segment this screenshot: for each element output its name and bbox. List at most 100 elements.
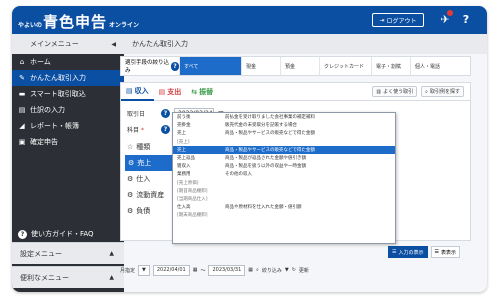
- item-name: 売上: [177, 131, 186, 137]
- category-label: 流動資産: [136, 191, 165, 199]
- list-item-selected[interactable]: 売上 商品・製品やサービスの販売などで得た金額: [173, 145, 395, 154]
- collapse-icon[interactable]: ◀: [111, 41, 116, 48]
- account-dropdown-list[interactable]: 前う後 前払金を受け取りました会社事業の補定補料 売掛金 販売代金の未受取分を記帳す…: [172, 112, 396, 244]
- document-icon: ▣: [18, 138, 26, 146]
- sidebar-item-label: ホーム: [30, 58, 51, 66]
- list-group-header: [売上]: [173, 138, 395, 146]
- sidebar-item-simple-entry[interactable]: ✎ かんたん取引入力: [12, 70, 124, 86]
- calendar-icon[interactable]: ▦: [248, 267, 253, 273]
- search-examples-button[interactable]: ⌕ 取引例を探す: [421, 86, 464, 97]
- item-desc: 商品・製品やサービスの販売などで得た金額: [225, 131, 315, 137]
- list-item[interactable]: 売掛金 販売代金の未受取分を記帳する場合: [173, 121, 395, 129]
- logo[interactable]: やよいの 青色申告 オンライン: [18, 11, 140, 31]
- date-range-bar: 月指定 ▼ 2022/04/01 ▦ 〜 2023/03/31 ▦ ⌕ 絞り込み…: [120, 262, 471, 278]
- category-icon: ⚙: [127, 207, 134, 215]
- filter-option-personal[interactable]: 個人・電話: [410, 57, 450, 75]
- chevron-down-icon[interactable]: ▼: [285, 267, 289, 273]
- tab-expense[interactable]: ▤ 支出: [154, 83, 187, 101]
- filter-option-deposit[interactable]: 預金: [280, 57, 319, 75]
- filter-option-cash[interactable]: 現金: [241, 57, 280, 75]
- list-view-label: 表表示: [440, 249, 456, 256]
- category-label: 仕入: [136, 175, 151, 183]
- update-button[interactable]: 更新: [299, 267, 309, 274]
- other-menu[interactable]: 便利なメニュー ▲: [12, 266, 124, 288]
- item-name: 雑収入: [177, 164, 191, 170]
- category-type[interactable]: ☆ 種類: [127, 139, 173, 155]
- rocket-icon[interactable]: ✈: [437, 10, 453, 27]
- help-icon: ?: [18, 229, 27, 239]
- logo-main: 青色申告: [43, 13, 108, 31]
- item-name: 売上返品: [177, 156, 195, 162]
- item-name: 売掛金: [177, 123, 191, 129]
- logout-button[interactable]: ⇥ ログアウト: [372, 13, 424, 27]
- category-icon: ⚙: [127, 175, 134, 183]
- sidebar-item-journal[interactable]: ▤ 仕訳の入力: [12, 102, 124, 118]
- filter-option-all[interactable]: すべて: [179, 57, 241, 75]
- payment-filter: 適引手段の絞り込み ? すべて 現金 預金 クレジットカード 電子・割賦 個人・…: [120, 56, 471, 76]
- top-bar: やよいの 青色申告 オンライン ⇥ ログアウト ✈ ?: [12, 6, 487, 34]
- account-label: 科目 *: [127, 125, 157, 134]
- category-sales[interactable]: ⚙ 売上: [125, 155, 173, 171]
- tab-label: 支出: [167, 87, 182, 96]
- help-icon[interactable]: ?: [161, 124, 170, 134]
- category-liabilities[interactable]: ⚙ 負債: [127, 203, 173, 219]
- list-item[interactable]: 業務用 その他の収入: [173, 170, 395, 178]
- star-icon: ☆: [127, 143, 134, 151]
- sidebar-item-tax-return[interactable]: ▣ 確定申告: [12, 134, 124, 150]
- chart-icon: ◢: [19, 122, 25, 130]
- frequent-button[interactable]: ▥ よく使う取引: [372, 86, 418, 97]
- journal-icon: ▤: [18, 106, 26, 114]
- sidebar-item-label: 仕訳の入力: [30, 106, 65, 114]
- list-item[interactable]: 売上返品 商品・製品が返品された金額や値引き額: [173, 154, 395, 162]
- group-name: [期末商品棚卸]: [177, 213, 208, 219]
- sidebar-item-reports[interactable]: ◢ レポート・帳簿: [12, 118, 124, 134]
- tab-label: 振替: [199, 87, 214, 96]
- list-icon: ☰: [392, 249, 397, 255]
- start-date-input[interactable]: 2022/04/01: [152, 264, 190, 276]
- sidebar-item-label: かんたん取引入力: [30, 74, 86, 82]
- item-name: 仕入高: [177, 205, 191, 211]
- input-view-button[interactable]: ☰ 入力の表示: [388, 246, 428, 258]
- question-icon[interactable]: ?: [458, 11, 474, 27]
- end-date-input[interactable]: 2023/03/31: [208, 264, 246, 276]
- item-name: 業務用: [177, 172, 191, 178]
- logout-label: ログアウト: [386, 17, 417, 25]
- logo-suffix: オンライン: [109, 22, 140, 29]
- sidebar-item-home[interactable]: ⌂ ホーム: [12, 54, 124, 70]
- help-icon[interactable]: ?: [171, 61, 179, 71]
- list-item[interactable]: 前う後 前払金を受け取りました会社事業の補定補料: [173, 113, 395, 121]
- search-icon: ⌕: [425, 88, 428, 95]
- search-icon: ⌕: [256, 267, 259, 273]
- item-desc: 商品や原材料を仕入れた金額・値引額: [225, 205, 302, 211]
- category-current-assets[interactable]: ⚙ 流動資産: [127, 187, 173, 203]
- range-select[interactable]: ▼: [138, 264, 150, 276]
- help-icon[interactable]: ?: [161, 108, 170, 118]
- tab-transfer[interactable]: ⇆ 振替: [186, 83, 218, 101]
- filter-option-credit[interactable]: クレジットカード: [319, 57, 371, 75]
- sidebar-title: メインメニュー: [30, 40, 79, 48]
- filter-button[interactable]: 絞り込み: [262, 267, 282, 274]
- sidebar-item-guide[interactable]: ? 使い方ガイド・FAQ: [12, 226, 124, 242]
- item-desc: 商品・製品が返品された金額や値引き額: [225, 156, 306, 162]
- list-view-button[interactable]: ☰ 表表示: [430, 246, 460, 258]
- calendar-icon[interactable]: ▦: [193, 267, 198, 273]
- list-group-header: [期末商品棚卸]: [173, 211, 395, 219]
- filter-option-electronic[interactable]: 電子・割賦: [371, 57, 410, 75]
- transfer-icon: ⇆: [191, 87, 198, 96]
- pencil-icon: ✎: [19, 74, 25, 82]
- income-icon: ▤: [126, 86, 133, 95]
- filter-label-text: 適引手段の絞り込み: [125, 60, 170, 74]
- list-item[interactable]: 仕入高 商品や原材料を仕入れた金額・値引額: [173, 203, 395, 211]
- list-item[interactable]: 売上 商品・製品やサービスの販売などで得た金額: [173, 129, 395, 137]
- other-menu-label: 便利なメニュー: [20, 273, 69, 282]
- category-label: 種類: [136, 143, 151, 151]
- guide-label: 使い方ガイド・FAQ: [31, 230, 94, 238]
- category-purchase[interactable]: ⚙ 仕入: [127, 171, 173, 187]
- category-icon: ⚙: [127, 191, 134, 199]
- settings-menu[interactable]: 設定メニュー ▲: [12, 242, 124, 264]
- sidebar-item-smart-import[interactable]: ▬ スマート取引取込: [12, 86, 124, 102]
- list-item[interactable]: 雑収入 商品・製品を扱う以外の収益や一時金額: [173, 162, 395, 170]
- tab-income[interactable]: ▤ 収入: [121, 83, 154, 101]
- group-name: [売上]: [177, 139, 190, 145]
- sidebar: メインメニュー ◀ ⌂ ホーム ✎ かんたん取引入力 ▬ スマート取引取込 ▤ …: [12, 34, 124, 292]
